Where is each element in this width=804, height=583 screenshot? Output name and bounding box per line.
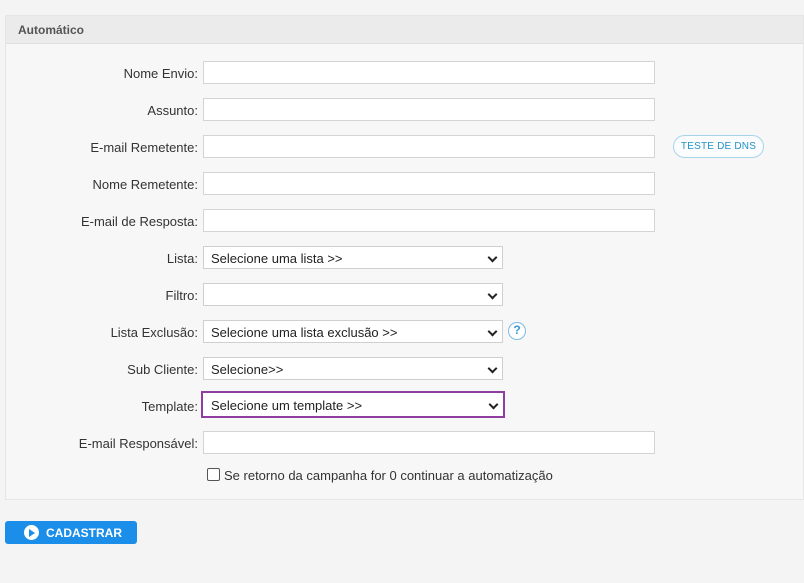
template-label: Template: <box>141 399 198 414</box>
email-resposta-label: E-mail de Resposta: <box>80 214 198 229</box>
lista-select[interactable]: Selecione uma lista >> <box>203 246 503 269</box>
chevron-down-icon <box>487 252 498 263</box>
chevron-down-icon <box>487 363 498 374</box>
filtro-label: Filtro: <box>165 288 199 303</box>
assunto-label: Assunto: <box>147 103 198 118</box>
sub-cliente-select[interactable]: Selecione>> <box>203 357 503 380</box>
nome-remetente-label: Nome Remetente: <box>92 177 199 192</box>
template-select[interactable]: Selecione um template >> <box>201 391 505 418</box>
continuar-automatizacao-checkbox[interactable] <box>207 468 220 481</box>
question-circle-icon[interactable]: ? <box>508 322 526 340</box>
chevron-down-icon <box>487 326 498 337</box>
lista-exclusao-select[interactable]: Selecione uma lista exclusão >> <box>203 320 503 343</box>
nome-remetente-input[interactable] <box>203 172 655 195</box>
assunto-input[interactable] <box>203 98 655 121</box>
lista-exclusao-selected-value: Selecione uma lista exclusão >> <box>211 325 398 340</box>
nome-envio-label: Nome Envio: <box>123 66 198 81</box>
chevron-down-icon <box>487 289 498 300</box>
email-resposta-input[interactable] <box>203 209 655 232</box>
sub-cliente-selected-value: Selecione>> <box>211 362 284 377</box>
panel-title: Automático <box>6 16 803 44</box>
email-remetente-label: E-mail Remetente: <box>90 140 198 155</box>
teste-dns-button[interactable]: TESTE DE DNS <box>673 135 764 158</box>
sub-cliente-label: Sub Cliente: <box>127 362 198 377</box>
template-selected-value: Selecione um template >> <box>211 398 363 413</box>
chevron-down-icon <box>488 399 499 410</box>
email-responsavel-label: E-mail Responsável: <box>78 436 198 451</box>
cadastrar-label: CADASTRAR <box>46 526 122 540</box>
continuar-automatizacao-label: Se retorno da campanha for 0 continuar a… <box>224 468 553 483</box>
lista-selected-value: Selecione uma lista >> <box>211 251 343 266</box>
email-remetente-input[interactable] <box>203 135 655 158</box>
nome-envio-input[interactable] <box>203 61 655 84</box>
lista-label: Lista: <box>166 251 198 266</box>
lista-exclusao-label: Lista Exclusão: <box>110 325 198 340</box>
cadastrar-button[interactable]: CADASTRAR <box>5 521 137 544</box>
filtro-select[interactable] <box>203 283 503 306</box>
email-responsavel-input[interactable] <box>203 431 655 454</box>
play-circle-icon <box>24 525 39 540</box>
